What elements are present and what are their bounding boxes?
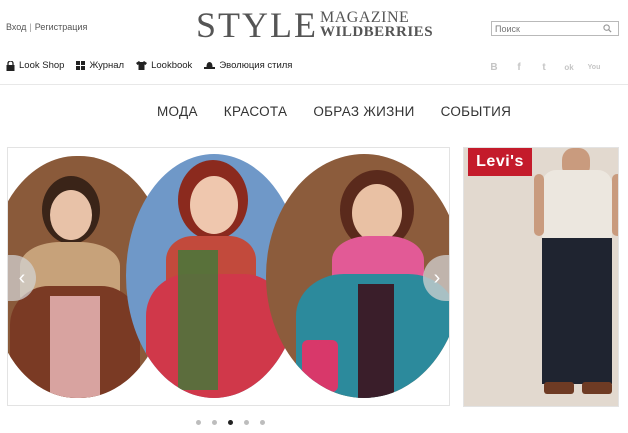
slider-dot-3[interactable] xyxy=(228,420,233,425)
auth-separator: | xyxy=(29,22,32,32)
youtube-icon[interactable]: You xyxy=(587,60,601,74)
slider-dot-1[interactable] xyxy=(196,420,201,425)
register-link[interactable]: Регистрация xyxy=(35,22,88,32)
chevron-right-icon: › xyxy=(433,266,441,289)
nav-label: Журнал xyxy=(89,60,125,71)
levis-ad-banner[interactable]: Levi's xyxy=(463,147,619,407)
nav-item-lookbook[interactable]: Lookbook xyxy=(136,60,192,71)
logo-style-text: STYLE xyxy=(196,5,318,45)
slider-pagination xyxy=(196,420,265,425)
twitter-icon[interactable]: t xyxy=(537,60,551,74)
menu-item-beauty[interactable]: КРАСОТА xyxy=(224,104,288,119)
menu-item-events[interactable]: СОБЫТИЯ xyxy=(441,104,512,119)
menu-item-lifestyle[interactable]: ОБРАЗ ЖИЗНИ xyxy=(313,104,414,119)
nav-item-journal[interactable]: Журнал xyxy=(76,60,124,71)
odnoklassniki-icon[interactable]: ok xyxy=(562,60,576,74)
header-divider xyxy=(0,84,628,85)
menu-item-fashion[interactable]: МОДА xyxy=(157,104,198,119)
auth-links: Вход | Регистрация xyxy=(6,22,87,32)
logo-magazine-text: MAGAZINE xyxy=(320,9,410,26)
hero-slider[interactable]: ‹ › xyxy=(7,147,450,406)
hat-icon xyxy=(204,62,216,69)
search-input[interactable] xyxy=(492,23,602,34)
social-links: B f t ok You xyxy=(487,60,601,74)
chevron-left-icon: ‹ xyxy=(18,266,26,289)
nav-label: Lookbook xyxy=(151,60,193,71)
nav-item-look-shop[interactable]: Look Shop xyxy=(6,60,64,71)
logo-wildberries-text: WILDBERRIES xyxy=(320,24,434,40)
tshirt-icon xyxy=(136,61,148,70)
nav-item-style-evolution[interactable]: Эволюция стиля xyxy=(204,60,292,71)
ad-model xyxy=(464,148,618,406)
slider-dot-4[interactable] xyxy=(244,420,249,425)
logo-right-block: MAGAZINE WILDBERRIES xyxy=(320,9,434,40)
lock-icon xyxy=(6,60,15,71)
grid-icon xyxy=(76,61,86,70)
secondary-nav: Look Shop Журнал Lookbook Эволюция стиля xyxy=(6,60,292,71)
search-icon[interactable] xyxy=(602,24,612,34)
vk-icon[interactable]: B xyxy=(487,60,501,74)
nav-label: Look Shop xyxy=(19,60,65,71)
site-logo[interactable]: STYLE MAGAZINE WILDBERRIES xyxy=(196,5,434,45)
facebook-icon[interactable]: f xyxy=(512,60,526,74)
slider-dot-5[interactable] xyxy=(260,420,265,425)
search-box xyxy=(491,21,619,36)
main-menu: МОДА КРАСОТА ОБРАЗ ЖИЗНИ СОБЫТИЯ xyxy=(157,104,511,119)
login-link[interactable]: Вход xyxy=(6,22,26,32)
slider-dot-2[interactable] xyxy=(212,420,217,425)
nav-label: Эволюция стиля xyxy=(219,60,293,71)
